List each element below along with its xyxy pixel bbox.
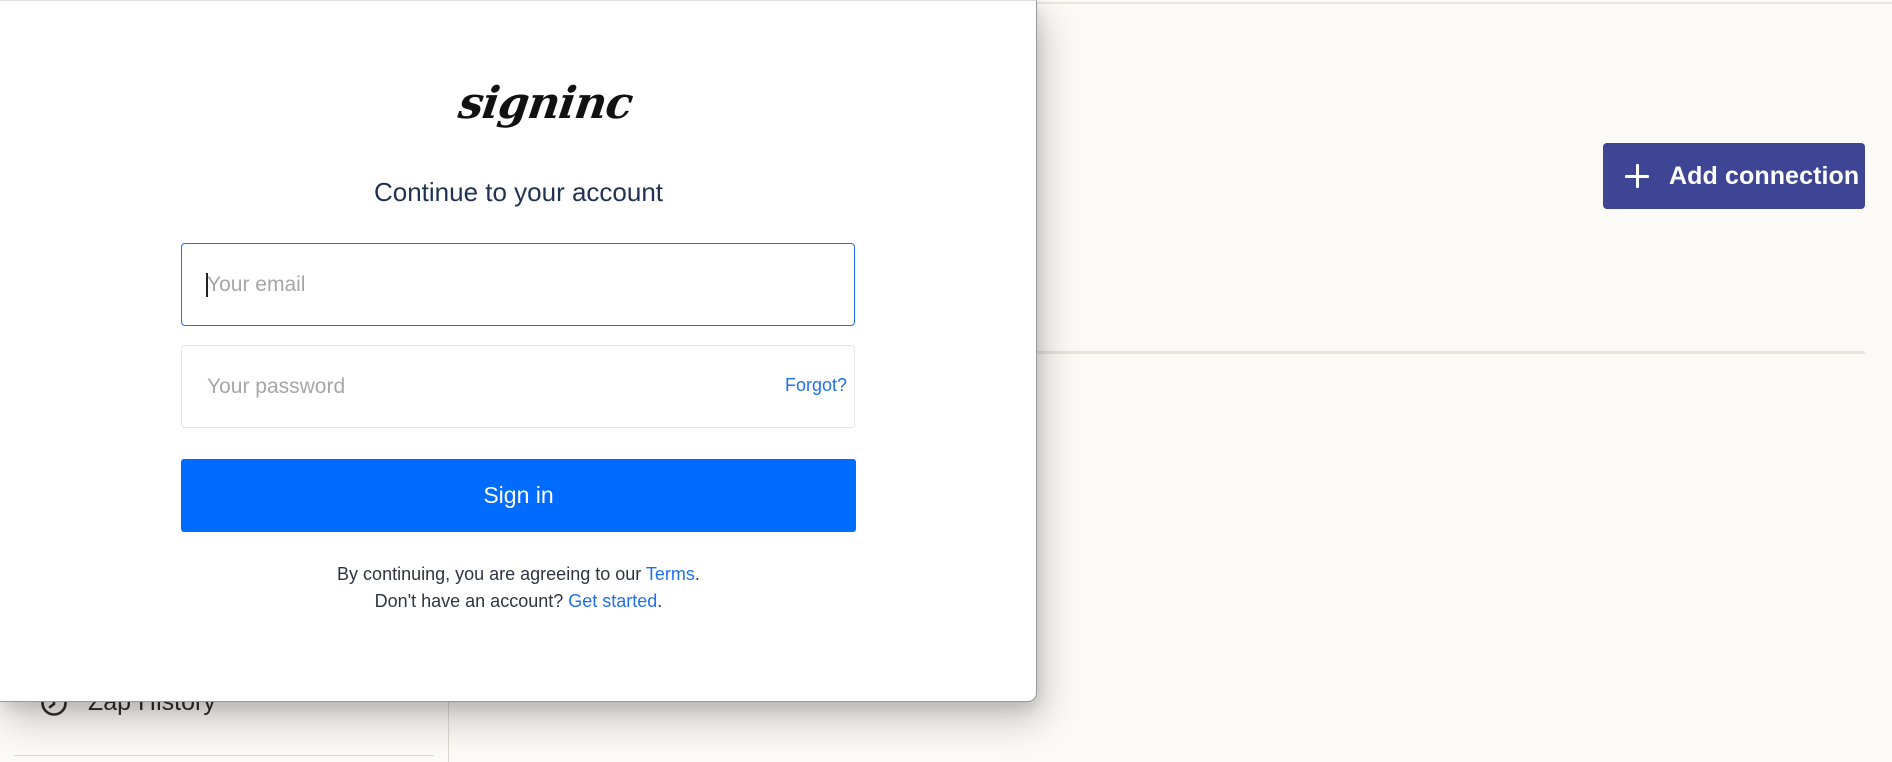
password-field-container: Forgot?: [181, 345, 855, 428]
add-connection-button[interactable]: Add connection: [1603, 143, 1865, 209]
top-divider: [1037, 2, 1892, 4]
signin-modal: signinc Continue to your account Forgot?…: [0, 0, 1037, 702]
forgot-password-link[interactable]: Forgot?: [785, 375, 847, 396]
email-field[interactable]: [181, 243, 855, 326]
terms-suffix: .: [694, 564, 700, 584]
terms-link[interactable]: Terms: [646, 564, 695, 584]
no-account-line: Don't have an account? Get started.: [0, 588, 1037, 615]
section-divider: [1037, 351, 1865, 354]
text-caret: [206, 273, 208, 297]
get-started-suffix: .: [657, 591, 663, 611]
terms-line: By continuing, you are agreeing to our T…: [0, 561, 1037, 588]
terms-prefix: By continuing, you are agreeing to our: [337, 564, 646, 584]
legal-text: By continuing, you are agreeing to our T…: [0, 561, 1037, 615]
app-window: Add connection Zap History signinc Conti…: [0, 0, 1892, 762]
signinc-logo: signinc: [455, 78, 636, 129]
get-started-link[interactable]: Get started: [568, 591, 657, 611]
plus-icon: [1625, 164, 1649, 188]
add-connection-label: Add connection: [1669, 161, 1860, 190]
page-title: Continue to your account: [373, 177, 664, 207]
sign-in-button[interactable]: Sign in: [181, 459, 856, 532]
sidebar-item-divider: [14, 755, 434, 756]
no-account-prefix: Don't have an account?: [374, 591, 569, 611]
password-field[interactable]: [182, 346, 742, 427]
